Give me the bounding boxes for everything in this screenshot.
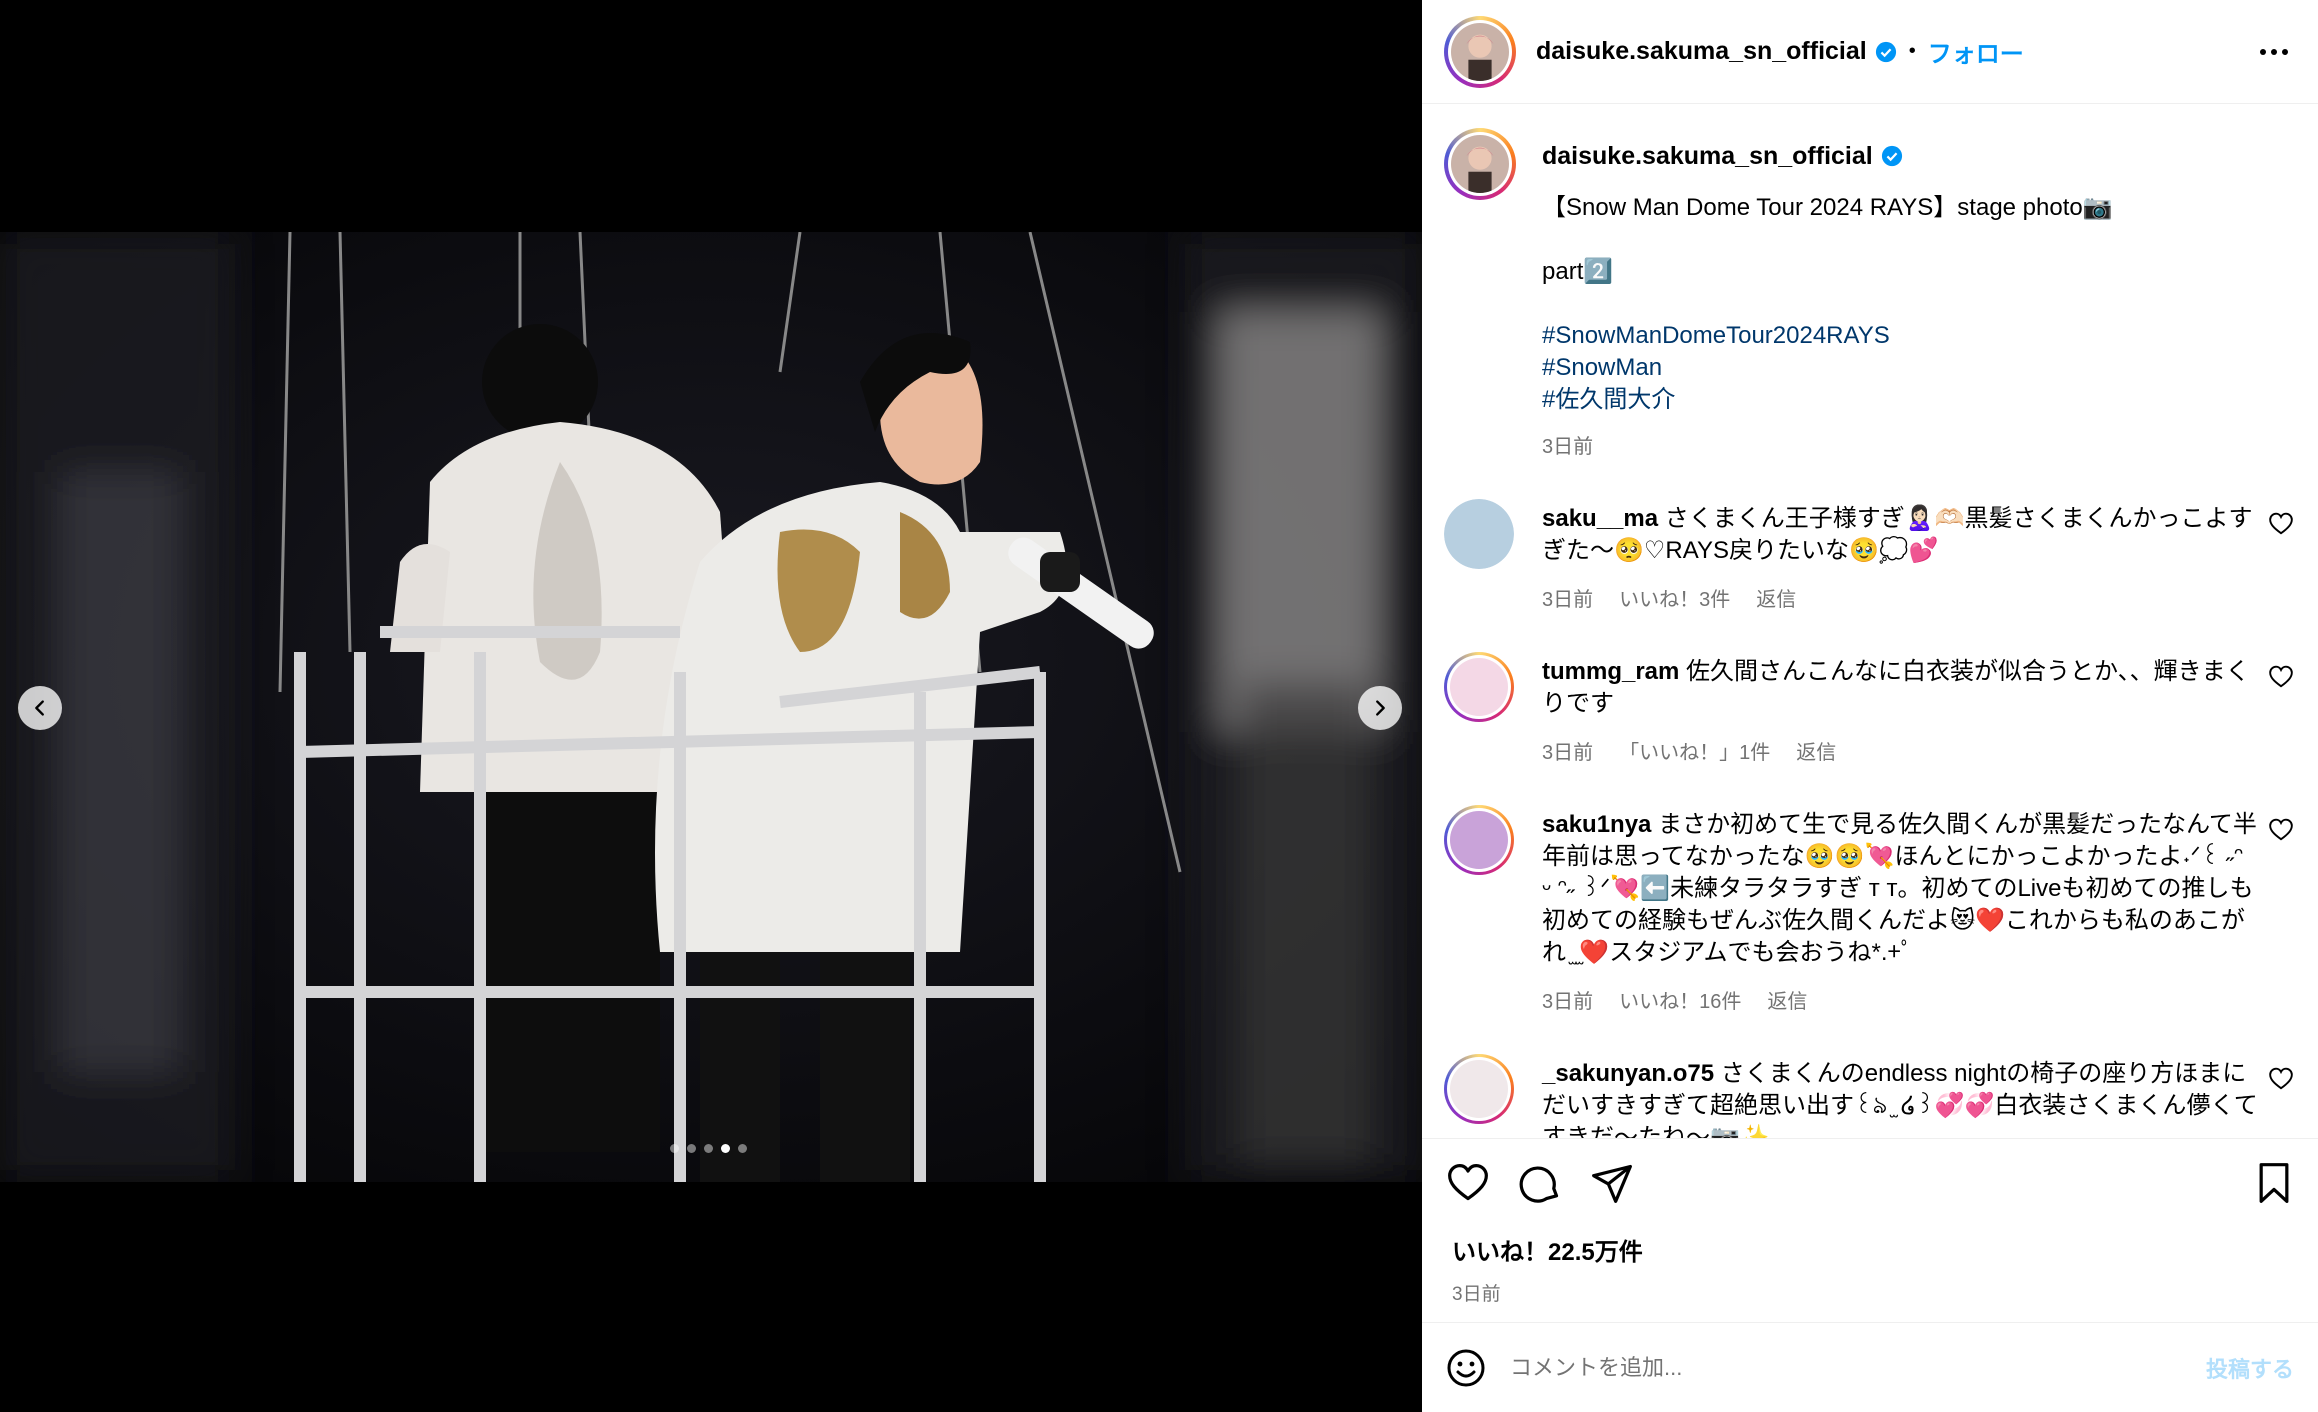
comment-like-button[interactable]: heart-icon [2268,511,2294,537]
share-button[interactable]: share-icon [1590,1161,1634,1205]
author-username[interactable]: daisuke.sakuma_sn_official [1536,37,1867,66]
avatar-image [1451,22,1509,81]
comment-username[interactable]: tummg_ram [1542,658,1679,685]
post-photo [0,232,1422,1182]
follow-button[interactable]: フォロー [1928,34,2024,69]
author-avatar[interactable] [1444,15,1516,88]
more-options-icon [2260,48,2288,55]
comment-input[interactable] [1510,1354,2206,1381]
comment-like-button[interactable]: heart-icon [2268,1066,2294,1092]
comment-item: saku1nya まさか初めて生で見る佐久間くんが黒髪だったなんて半年前は思って… [1444,805,2294,1014]
more-options-button[interactable] [2254,32,2294,72]
chevron-right-icon [1376,700,1385,716]
carousel-indicator [670,1144,747,1153]
comment-username[interactable]: saku1nya [1542,811,1651,838]
post-comment-button[interactable]: 投稿する [2206,1352,2294,1384]
reply-button[interactable]: 返信 [1756,583,1796,612]
comment-like-button[interactable]: heart-icon [2268,817,2294,843]
comment-time[interactable]: 3日前 [1542,583,1593,612]
comment-avatar[interactable] [1444,805,1514,875]
comment-avatar[interactable] [1444,1054,1514,1124]
comment-avatar[interactable] [1444,499,1514,569]
carousel-dot [704,1144,713,1153]
like-count[interactable]: いいね！22.5万件 [1422,1232,2318,1267]
caption-block: daisuke.sakuma_sn_official 【Snow Man Dom… [1444,128,2294,459]
comment-composer: 投稿する [1422,1322,2318,1412]
emoji-icon[interactable] [1446,1348,1486,1388]
hashtag-link[interactable]: #佐久間大介 [1542,384,2294,416]
comment-text: _sakunyan.o75 さくまくんのendless nightの椅子の座り方… [1542,1058,2258,1138]
comment-like-button[interactable]: heart-icon [2268,664,2294,690]
hashtag-link[interactable]: #SnowMan [1542,352,2294,384]
comment-meta: 3日前 いいね！16件 返信 [1542,985,2258,1014]
comment-text: tummg_ram 佐久間さんこんなに白衣装が似合うとか、、輝きまくりです [1542,656,2258,720]
comment-like-count[interactable]: 「いいね！」1件 [1619,736,1770,765]
post-date[interactable]: 3日前 [1422,1279,2318,1306]
comments-list: saku__ma さくまくん王子様すぎ🙎🏻‍♀️🫶🏻黒髪さくまくんかっこよすぎた… [1444,499,2294,1138]
comment-time[interactable]: 3日前 [1542,736,1593,765]
comment-meta: 3日前 「いいね！」1件 返信 [1542,736,2258,765]
separator-bullet: • [1908,40,1916,62]
caption-avatar[interactable] [1444,128,1516,200]
comment-item: saku__ma さくまくん王子様すぎ🙎🏻‍♀️🫶🏻黒髪さくまくんかっこよすぎた… [1444,499,2294,612]
caption-timestamp[interactable]: 3日前 [1542,430,2294,459]
comment-like-count[interactable]: いいね！16件 [1619,985,1741,1014]
reply-button[interactable]: 返信 [1767,985,1807,1014]
hashtag-link[interactable]: #SnowManDomeTour2024RAYS [1542,320,2294,352]
comment-time[interactable]: 3日前 [1542,985,1593,1014]
caption-line-title: 【Snow Man Dome Tour 2024 RAYS】stage phot… [1542,194,2113,221]
comment-username[interactable]: saku__ma [1542,505,1658,532]
post-info-pane: daisuke.sakuma_sn_official • フォロー daisuk… [1422,0,2318,1412]
post-header: daisuke.sakuma_sn_official • フォロー [1422,0,2318,104]
reply-button[interactable]: 返信 [1796,736,1836,765]
comment-username[interactable]: _sakunyan.o75 [1542,1060,1714,1087]
caption-text: 【Snow Man Dome Tour 2024 RAYS】stage phot… [1542,192,2294,416]
carousel-dot [721,1144,730,1153]
carousel-next-button[interactable] [1358,686,1402,730]
comments-scroll-area[interactable]: daisuke.sakuma_sn_official 【Snow Man Dom… [1422,104,2318,1138]
like-button[interactable]: heart-icon [1446,1161,1490,1205]
chevron-left-icon [35,700,44,716]
save-button[interactable]: bookmark-icon [2252,1161,2296,1205]
media-pane [0,0,1422,1412]
verified-badge-icon [1881,145,1902,167]
comment-avatar[interactable] [1444,652,1514,722]
carousel-dot [687,1144,696,1153]
carousel-dot [670,1144,679,1153]
verified-badge-icon [1875,41,1896,62]
comment-like-count[interactable]: いいね！3件 [1619,583,1730,612]
comment-text: saku__ma さくまくん王子様すぎ🙎🏻‍♀️🫶🏻黒髪さくまくんかっこよすぎた… [1542,503,2258,567]
stage-photo-illustration [0,232,1422,1182]
comment-text: saku1nya まさか初めて生で見る佐久間くんが黒髪だったなんて半年前は思って… [1542,809,2258,969]
instagram-post-modal: daisuke.sakuma_sn_official • フォロー daisuk… [0,0,2318,1412]
comment-item: _sakunyan.o75 さくまくんのendless nightの椅子の座り方… [1444,1054,2294,1138]
caption-line-part: part2️⃣ [1542,258,1614,285]
comment-meta: 3日前 いいね！3件 返信 [1542,583,2258,612]
action-bar: heart-icon comment-icon share-icon bookm… [1422,1138,2318,1226]
carousel-prev-button[interactable] [18,686,62,730]
comment-button[interactable]: comment-icon [1518,1161,1562,1205]
avatar-image [1451,135,1509,193]
carousel-dot [738,1144,747,1153]
comment-item: tummg_ram 佐久間さんこんなに白衣装が似合うとか、、輝きまくりです 3日… [1444,652,2294,765]
caption-username[interactable]: daisuke.sakuma_sn_official [1542,142,1873,171]
